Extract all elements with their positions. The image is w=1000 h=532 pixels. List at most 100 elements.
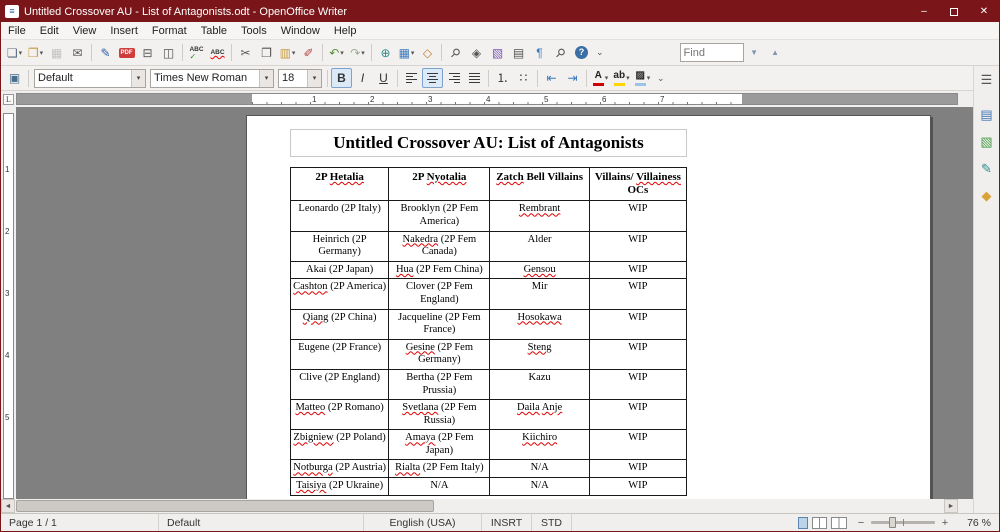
table-cell[interactable]: WIP — [588, 399, 688, 431]
table-cell[interactable]: Jacqueline (2P Fem France) — [388, 308, 491, 340]
zoom-in-button[interactable]: + — [939, 517, 951, 529]
status-page-style[interactable]: Default — [159, 514, 364, 531]
document-title[interactable]: Untitled Crossover AU: List of Antagonis… — [290, 129, 687, 157]
chevron-down-icon[interactable]: ▾ — [40, 49, 44, 57]
vertical-ruler[interactable]: 1 2 3 4 5 — [1, 107, 16, 499]
table-cell[interactable]: Clive (2P England) — [289, 368, 390, 401]
menu-format[interactable]: Format — [145, 22, 194, 39]
table-cell[interactable]: Rembrant — [489, 200, 590, 232]
table-cell[interactable]: Notburga (2P Austria) — [289, 459, 390, 479]
close-button[interactable]: ✕ — [969, 1, 999, 22]
table-cell[interactable]: Kiichiro — [489, 429, 590, 461]
table-cell[interactable]: Gesine (2P Fem Germany) — [388, 338, 491, 370]
tab-stop-selector[interactable]: L — [1, 91, 16, 107]
print-icon[interactable]: ⊟ — [137, 43, 158, 63]
chevron-down-icon[interactable]: ▾ — [647, 74, 651, 82]
table-cell[interactable]: Akai (2P Japan) — [289, 260, 390, 280]
menu-tools[interactable]: Tools — [234, 22, 274, 39]
table-cell[interactable]: Kazu — [489, 368, 590, 401]
table-cell[interactable]: WIP — [588, 200, 688, 232]
table-cell[interactable]: Brooklyn (2P Fem America) — [388, 200, 491, 232]
table-cell[interactable]: Nakedra (2P Fem Canada) — [388, 230, 491, 262]
table-cell[interactable]: WIP — [588, 338, 688, 370]
minimize-button[interactable]: – — [909, 1, 939, 22]
table-cell[interactable]: N/A — [489, 477, 590, 496]
table-cell[interactable]: Cashton (2P America) — [289, 278, 390, 310]
table-cell[interactable]: Qiang (2P China) — [289, 308, 390, 340]
italic-icon[interactable]: I — [352, 68, 373, 88]
copy-icon[interactable]: ❐ — [256, 43, 277, 63]
zoom-slider[interactable] — [871, 517, 935, 528]
column-header[interactable]: 2P Hetalia — [289, 166, 390, 202]
chevron-down-icon[interactable]: ▾ — [411, 49, 415, 57]
status-language[interactable]: English (USA) — [364, 514, 482, 531]
zoom-out-button[interactable]: − — [855, 517, 867, 529]
chevron-down-icon[interactable]: ▾ — [626, 74, 630, 82]
new-document-icon[interactable]: ❏ ▾ — [4, 43, 25, 63]
font-size-combo[interactable]: 18 ▾ — [278, 68, 322, 88]
find-previous-icon[interactable]: ▲ — [765, 43, 786, 63]
chevron-down-icon[interactable]: ▾ — [259, 69, 273, 87]
view-multiple-pages-icon[interactable] — [812, 516, 827, 529]
numbering-on-off-icon[interactable]: ⒈ — [492, 68, 513, 88]
table-cell[interactable]: Gensou — [489, 260, 590, 280]
table-cell[interactable]: WIP — [588, 308, 688, 340]
table-cell[interactable]: WIP — [588, 459, 688, 479]
menu-edit[interactable]: Edit — [33, 22, 66, 39]
maximize-button[interactable] — [939, 1, 969, 22]
gallery-icon[interactable]: ▧ — [487, 43, 508, 63]
sidebar-styles-icon[interactable]: ✎ — [977, 161, 997, 179]
paste-icon[interactable]: ▥ ▾ — [277, 43, 298, 63]
table-cell[interactable]: WIP — [588, 477, 688, 496]
table-cell[interactable]: Clover (2P Fem England) — [388, 278, 491, 310]
scroll-left-icon[interactable]: ◄ — [1, 499, 15, 513]
table-cell[interactable]: WIP — [588, 278, 688, 310]
table-cell[interactable]: Amaya (2P Fem Japan) — [388, 429, 491, 461]
horizontal-ruler[interactable]: 1 2 3 4 5 6 7 — [16, 93, 958, 105]
decrease-indent-icon[interactable]: ⇤ — [541, 68, 562, 88]
table-cell[interactable]: Zbigniew (2P Poland) — [289, 429, 390, 461]
bold-icon[interactable]: B — [331, 68, 352, 88]
table-cell[interactable]: WIP — [588, 260, 688, 280]
table-cell[interactable]: N/A — [388, 477, 491, 496]
justified-icon[interactable] — [464, 68, 485, 88]
table-cell[interactable]: WIP — [588, 429, 688, 461]
table-cell[interactable]: Matteo (2P Romano) — [289, 399, 390, 431]
status-insert-mode[interactable]: INSRT — [482, 514, 532, 531]
sidebar-menu-icon[interactable]: ☰ — [977, 72, 997, 90]
sidebar-navigator-icon[interactable]: ◆ — [977, 188, 997, 206]
table-cell[interactable]: Bertha (2P Fem Prussia) — [388, 368, 491, 401]
view-single-page-icon[interactable] — [798, 516, 808, 529]
zoom-slider-thumb[interactable] — [889, 517, 896, 528]
view-book-icon[interactable] — [831, 516, 847, 529]
chevron-down-icon[interactable]: ▾ — [292, 49, 296, 57]
toolbar-overflow-icon[interactable]: ⌄ — [596, 47, 604, 58]
edit-file-icon[interactable]: ✎ — [95, 43, 116, 63]
draw-functions-icon[interactable]: ◇ — [417, 43, 438, 63]
table-cell[interactable]: WIP — [588, 368, 688, 401]
data-sources-icon[interactable]: ▤ — [508, 43, 529, 63]
redo-icon[interactable]: ↷ ▾ — [347, 43, 368, 63]
save-icon[interactable]: ▦ — [46, 43, 67, 63]
table-cell[interactable]: Hosokawa — [489, 308, 590, 340]
styles-panel-icon[interactable]: ▣ — [4, 68, 25, 88]
auto-spellcheck-icon[interactable]: ABC — [207, 43, 228, 63]
cut-icon[interactable]: ✂ — [235, 43, 256, 63]
chevron-down-icon[interactable]: ▾ — [340, 49, 344, 57]
menu-window[interactable]: Window — [274, 22, 327, 39]
table-cell[interactable]: Rialta (2P Fem Italy) — [388, 459, 491, 479]
status-selection-mode[interactable]: STD — [532, 514, 572, 531]
menu-help[interactable]: Help — [327, 22, 364, 39]
export-pdf-icon[interactable]: PDF — [116, 43, 137, 63]
table-cell[interactable]: Eugene (2P France) — [289, 338, 390, 370]
zoom-percent[interactable]: 76 % — [951, 517, 999, 529]
paragraph-style-combo[interactable]: Default ▾ — [34, 68, 146, 88]
status-page-count[interactable]: Page 1 / 1 — [1, 514, 159, 531]
background-color-icon[interactable]: ▨ ▾ — [632, 68, 653, 88]
table-cell[interactable]: Svetlana (2P Fem Russia) — [388, 399, 491, 431]
increase-indent-icon[interactable]: ⇥ — [562, 68, 583, 88]
menu-table[interactable]: Table — [194, 22, 234, 39]
align-left-icon[interactable] — [401, 68, 422, 88]
spellcheck-icon[interactable]: ABC ✓ — [186, 43, 207, 63]
email-icon[interactable]: ✉ — [67, 43, 88, 63]
